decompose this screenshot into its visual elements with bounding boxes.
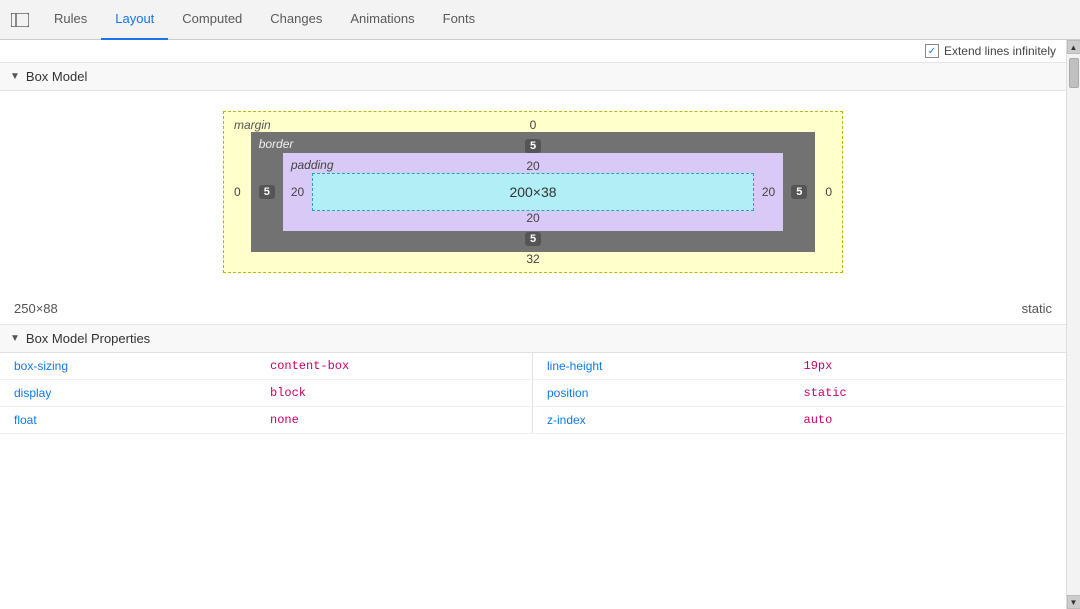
margin-sides: 0 border 5 5	[224, 132, 842, 252]
extend-lines-label: Extend lines infinitely	[944, 44, 1056, 58]
props-left-2: display block	[0, 380, 533, 406]
box-model-properties-title: Box Model Properties	[26, 331, 150, 346]
scroll-down-button[interactable]: ▼	[1067, 595, 1080, 609]
padding-bottom-value: 20	[283, 211, 783, 231]
props-row-1: box-sizing content-box line-height 19px	[0, 353, 1066, 380]
border-top-value: 5	[251, 132, 816, 153]
padding-left-value: 20	[283, 173, 312, 211]
tab-animations[interactable]: Animations	[336, 0, 428, 40]
panel-toggle-button[interactable]	[4, 4, 36, 36]
scroll-up-button[interactable]: ▲	[1067, 40, 1080, 54]
scroll-track[interactable]	[1067, 54, 1080, 595]
props-row-3: float none z-index auto	[0, 407, 1066, 434]
border-box: border 5 5 paddi	[251, 132, 816, 252]
properties-section: box-sizing content-box line-height 19px …	[0, 353, 1066, 434]
prop-value-box-sizing: content-box	[270, 357, 518, 375]
props-collapse-triangle-icon: ▼	[10, 333, 20, 344]
prop-value-float: none	[270, 411, 518, 429]
left-panel: Extend lines infinitely ▼ Box Model marg…	[0, 40, 1066, 609]
border-label: border	[259, 137, 294, 151]
margin-top-value: 0	[224, 112, 842, 132]
dimensions-row: 250×88 static	[0, 293, 1066, 325]
padding-label: padding	[291, 158, 334, 172]
margin-bottom-value: 32	[224, 252, 842, 272]
box-model-title: Box Model	[26, 69, 87, 84]
props-left-3: float none	[0, 407, 533, 433]
margin-label: margin	[234, 118, 271, 132]
scroll-thumb[interactable]	[1069, 58, 1079, 88]
scrollbar[interactable]: ▲ ▼	[1066, 40, 1080, 609]
prop-value-line-height: 19px	[804, 357, 1053, 375]
box-model-container: margin 0 0 border 5	[0, 91, 1066, 293]
content-size: 200×38	[509, 184, 556, 200]
element-position: static	[1022, 301, 1052, 316]
box-model-section-header[interactable]: ▼ Box Model	[0, 63, 1066, 91]
element-size: 250×88	[14, 301, 58, 316]
tab-changes[interactable]: Changes	[256, 0, 336, 40]
prop-name-line-height: line-height	[547, 357, 796, 375]
border-left-value: 5	[251, 153, 283, 231]
main-content: Extend lines infinitely ▼ Box Model marg…	[0, 40, 1080, 609]
padding-top-value: 20	[283, 153, 783, 173]
prop-name-float: float	[14, 411, 262, 429]
margin-left-value: 0	[224, 132, 251, 252]
content-box: 200×38	[312, 173, 754, 211]
border-bottom-value: 5	[251, 231, 816, 252]
extend-lines-checkbox[interactable]	[925, 44, 939, 58]
props-right-1: line-height 19px	[533, 353, 1066, 379]
margin-right-value: 0	[815, 132, 842, 252]
box-model-diagram: margin 0 0 border 5	[223, 111, 843, 273]
padding-sides: 20 200×38 20	[283, 173, 783, 211]
margin-box: margin 0 0 border 5	[223, 111, 843, 273]
tab-fonts[interactable]: Fonts	[429, 0, 490, 40]
props-left-1: box-sizing content-box	[0, 353, 533, 379]
prop-name-z-index: z-index	[547, 411, 796, 429]
tab-computed[interactable]: Computed	[168, 0, 256, 40]
top-nav-bar: Rules Layout Computed Changes Animations…	[0, 0, 1080, 40]
border-sides: 5 padding 20 20	[251, 153, 816, 231]
prop-name-box-sizing: box-sizing	[14, 357, 262, 375]
panel-icon	[11, 13, 29, 27]
prop-value-position: static	[804, 384, 1053, 402]
extend-lines-row: Extend lines infinitely	[0, 40, 1066, 63]
prop-name-position: position	[547, 384, 796, 402]
prop-value-z-index: auto	[804, 411, 1053, 429]
prop-name-display: display	[14, 384, 262, 402]
props-right-2: position static	[533, 380, 1066, 406]
box-model-properties-header[interactable]: ▼ Box Model Properties	[0, 325, 1066, 353]
padding-box: padding 20 20 200×38 20	[283, 153, 783, 231]
collapse-triangle-icon: ▼	[10, 71, 20, 82]
border-right-value: 5	[783, 153, 815, 231]
tab-layout[interactable]: Layout	[101, 0, 168, 40]
props-row-2: display block position static	[0, 380, 1066, 407]
prop-value-display: block	[270, 384, 518, 402]
tab-rules[interactable]: Rules	[40, 0, 101, 40]
props-right-3: z-index auto	[533, 407, 1066, 433]
padding-right-value: 20	[754, 173, 783, 211]
